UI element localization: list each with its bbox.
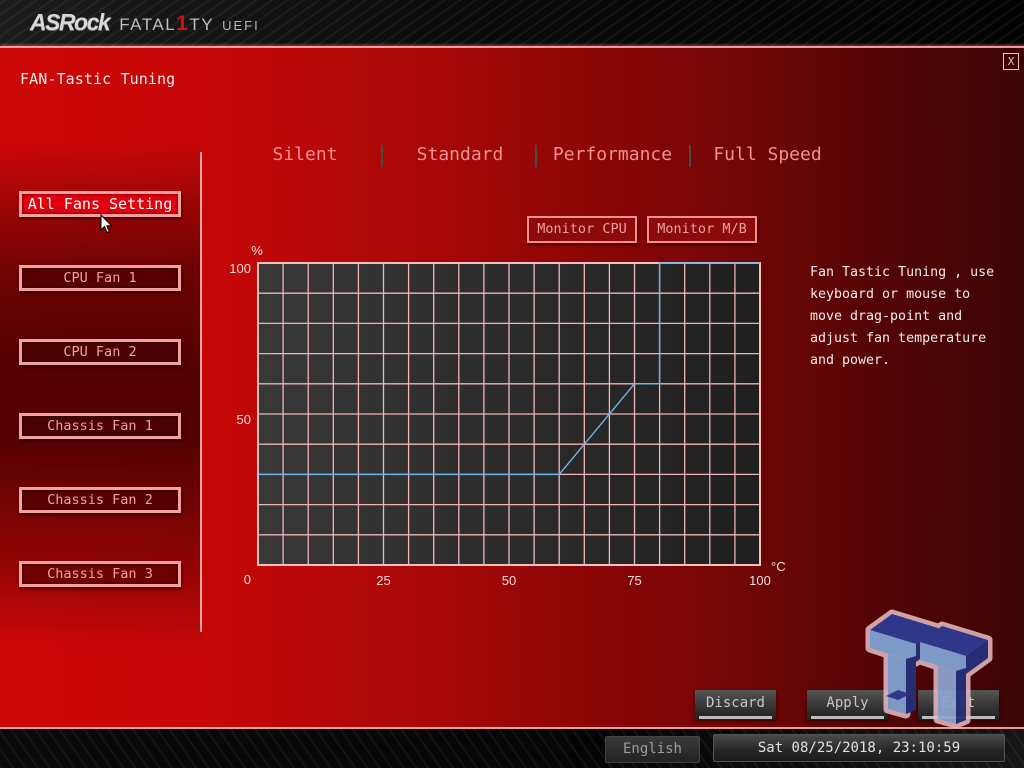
discard-button[interactable]: Discard [695, 690, 776, 720]
bios-footer: English Sat 08/25/2018, 23:10:59 [0, 729, 1024, 768]
x-axis-unit-label: °C [771, 559, 786, 574]
sidebar-item-chassis-fan-2[interactable]: Chassis Fan 2 [19, 487, 181, 513]
help-text: Fan Tastic Tuning , use keyboard or mous… [810, 262, 1010, 372]
logo-product: FATAL1TY [119, 12, 214, 36]
tab-separator [689, 145, 691, 167]
y-axis-ticks: 0 50 100 [229, 261, 251, 587]
bios-header: ASRock FATAL1TY UEFI [0, 0, 1024, 46]
tab-separator [381, 145, 383, 167]
x-tick-label: 25 [376, 573, 390, 588]
y-tick-label: 100 [229, 261, 251, 276]
x-tick-label: 50 [502, 573, 516, 588]
tab-full-speed[interactable]: Full Speed [700, 142, 835, 168]
x-tick-label: 75 [627, 573, 641, 588]
sidebar-background [0, 48, 202, 727]
help-line: keyboard or mouse to [810, 287, 971, 302]
tab-performance[interactable]: Performance [545, 142, 680, 168]
y-tick-label: 50 [237, 412, 251, 427]
x-axis-ticks: 25 50 75 100 [376, 573, 771, 588]
sidebar-item-chassis-fan-3[interactable]: Chassis Fan 3 [19, 561, 181, 587]
help-line: adjust fan temperature [810, 331, 987, 346]
sidebar-item-all-fans-setting[interactable]: All Fans Setting [19, 191, 181, 217]
logo-brand: ASRock [30, 9, 111, 35]
y-axis-unit-label: % [251, 243, 263, 258]
x-tick-label: 100 [749, 573, 771, 588]
tab-standard[interactable]: Standard [400, 142, 520, 168]
apply-button[interactable]: Apply [807, 690, 888, 720]
y-tick-label: 0 [244, 572, 251, 587]
logo-product-post: TY [189, 15, 215, 34]
sidebar-item-cpu-fan-1[interactable]: CPU Fan 1 [19, 265, 181, 291]
fan-tuning-panel: FAN-Tastic Tuning X All Fans Setting CPU… [0, 46, 1024, 729]
sidebar-item-cpu-fan-2[interactable]: CPU Fan 2 [19, 339, 181, 365]
help-line: Fan Tastic Tuning , use [810, 265, 995, 280]
close-button[interactable]: X [1003, 53, 1019, 70]
datetime-display[interactable]: Sat 08/25/2018, 23:10:59 [713, 734, 1005, 762]
exit-button[interactable]: Exit [918, 690, 999, 720]
page-title: FAN-Tastic Tuning [20, 70, 176, 88]
logo-product-one: 1 [176, 12, 190, 35]
language-button[interactable]: English [605, 736, 700, 763]
logo-suffix: UEFI [222, 18, 260, 33]
sidebar-item-chassis-fan-1[interactable]: Chassis Fan 1 [19, 413, 181, 439]
logo-product-pre: FATAL [119, 15, 177, 34]
tab-separator [535, 145, 537, 167]
asrock-fatal1ty-logo: ASRock FATAL1TY UEFI [30, 9, 260, 37]
sidebar-divider [200, 152, 202, 632]
fan-curve-chart[interactable]: 25 50 75 100 0 50 100 % °C [220, 237, 800, 597]
tab-silent[interactable]: Silent [255, 142, 355, 168]
help-line: and power. [810, 353, 891, 368]
help-line: move drag-point and [810, 309, 963, 324]
